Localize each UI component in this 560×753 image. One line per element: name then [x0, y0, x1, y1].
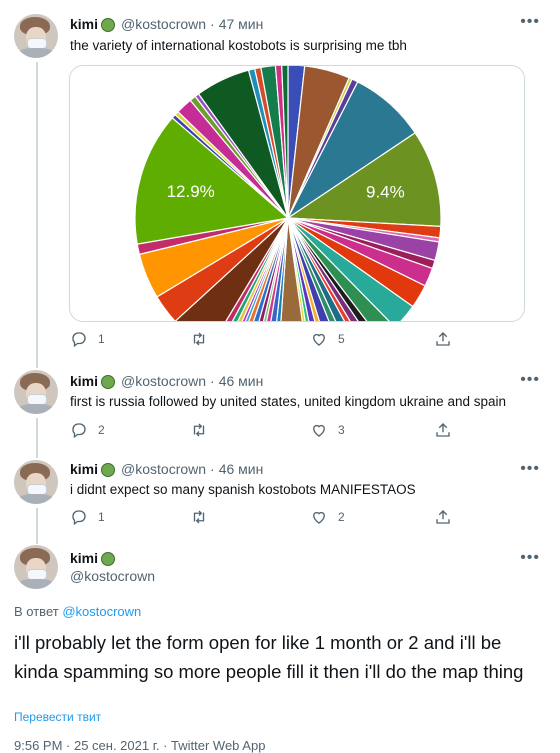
- more-options-icon[interactable]: •••: [520, 461, 540, 477]
- share-button[interactable]: [434, 508, 462, 526]
- like-count: 5: [338, 332, 345, 346]
- handle[interactable]: @kostocrown: [121, 373, 206, 389]
- retweet-icon: [193, 423, 205, 437]
- retweet-icon: [193, 510, 205, 524]
- thread-line-3: [36, 508, 38, 544]
- retweet-button[interactable]: [190, 508, 218, 526]
- like-count: 2: [338, 510, 345, 524]
- separator-dot: ·: [210, 461, 215, 477]
- share-icon: [436, 423, 450, 437]
- reply-count: 2: [98, 423, 105, 437]
- avatar[interactable]: [14, 370, 58, 414]
- tweet-footer: 9:56 PM · 25 сен. 2021 г. · Twitter Web …: [14, 738, 266, 753]
- avatar[interactable]: [14, 14, 58, 58]
- translate-link[interactable]: Перевести твит: [14, 710, 101, 724]
- separator-dot: ·: [210, 373, 215, 389]
- badge-icon: [101, 375, 116, 389]
- share-icon: [436, 510, 450, 524]
- like-button[interactable]: 2: [310, 508, 345, 526]
- more-options-icon[interactable]: •••: [520, 14, 540, 30]
- handle[interactable]: @kostocrown: [70, 568, 155, 584]
- more-options-icon[interactable]: •••: [520, 550, 540, 566]
- pie-chart: 9.4% 12.9%: [134, 66, 442, 321]
- like-button[interactable]: 5: [310, 330, 345, 348]
- thread-line-1: [36, 62, 38, 368]
- thread-line-2: [36, 418, 38, 458]
- main-tweet-text: i'll probably let the form open for like…: [14, 632, 524, 682]
- avatar[interactable]: [14, 545, 58, 589]
- tweet-header: kimi @kostocrown · 46 мин: [70, 459, 263, 479]
- reply-to-link[interactable]: @kostocrown: [62, 604, 141, 619]
- reply-count: 1: [98, 510, 105, 524]
- reply-prefix: В ответ: [14, 604, 63, 619]
- display-name[interactable]: kimi: [70, 16, 98, 32]
- reply-button[interactable]: 1: [70, 508, 105, 526]
- heart-icon: [313, 511, 325, 524]
- display-name[interactable]: kimi: [70, 461, 98, 477]
- tweet-header: kimi @kostocrown · 47 мин: [70, 14, 263, 34]
- pie-slice-label: 12.9%: [167, 182, 215, 201]
- tweet-text: i didnt expect so many spanish kostobots…: [70, 482, 416, 497]
- tweet-text: the variety of international kostobots i…: [70, 38, 407, 53]
- timestamp[interactable]: 47 мин: [219, 16, 264, 32]
- share-icon: [436, 332, 450, 346]
- tweet-text: first is russia followed by united state…: [70, 394, 506, 409]
- handle[interactable]: @kostocrown: [121, 16, 206, 32]
- like-count: 3: [338, 423, 345, 437]
- heart-icon: [313, 333, 325, 346]
- handle[interactable]: @kostocrown: [121, 461, 206, 477]
- badge-icon: [101, 552, 116, 566]
- more-options-icon[interactable]: •••: [520, 372, 540, 388]
- pie-slice-label: 9.4%: [366, 182, 405, 201]
- main-tweet-handle: @kostocrown: [70, 566, 155, 586]
- tweet-actions: 1 2: [70, 508, 460, 528]
- share-button[interactable]: [434, 421, 462, 439]
- display-name[interactable]: kimi: [70, 550, 98, 566]
- badge-icon: [101, 18, 116, 32]
- tweet-actions: 2 3: [70, 421, 460, 441]
- timestamp[interactable]: 46 мин: [219, 461, 264, 477]
- separator-dot: ·: [210, 16, 215, 32]
- main-tweet-name: kimi: [70, 548, 116, 568]
- reply-button[interactable]: 1: [70, 330, 105, 348]
- share-button[interactable]: [434, 330, 462, 348]
- reply-to-line: В ответ @kostocrown: [14, 604, 141, 619]
- heart-icon: [313, 424, 325, 437]
- retweet-button[interactable]: [190, 330, 218, 348]
- avatar[interactable]: [14, 460, 58, 504]
- tweet-actions: 1 5: [70, 330, 460, 350]
- badge-icon: [101, 463, 116, 477]
- like-button[interactable]: 3: [310, 421, 345, 439]
- reply-button[interactable]: 2: [70, 421, 105, 439]
- retweet-icon: [193, 332, 205, 346]
- display-name[interactable]: kimi: [70, 373, 98, 389]
- reply-icon: [72, 510, 86, 526]
- reply-icon: [72, 332, 86, 348]
- pie-chart-image[interactable]: 9.4% 12.9%: [69, 65, 525, 322]
- reply-icon: [72, 423, 86, 439]
- retweet-button[interactable]: [190, 421, 218, 439]
- timestamp[interactable]: 46 мин: [219, 373, 264, 389]
- tweet-header: kimi @kostocrown · 46 мин: [70, 371, 263, 391]
- reply-count: 1: [98, 332, 105, 346]
